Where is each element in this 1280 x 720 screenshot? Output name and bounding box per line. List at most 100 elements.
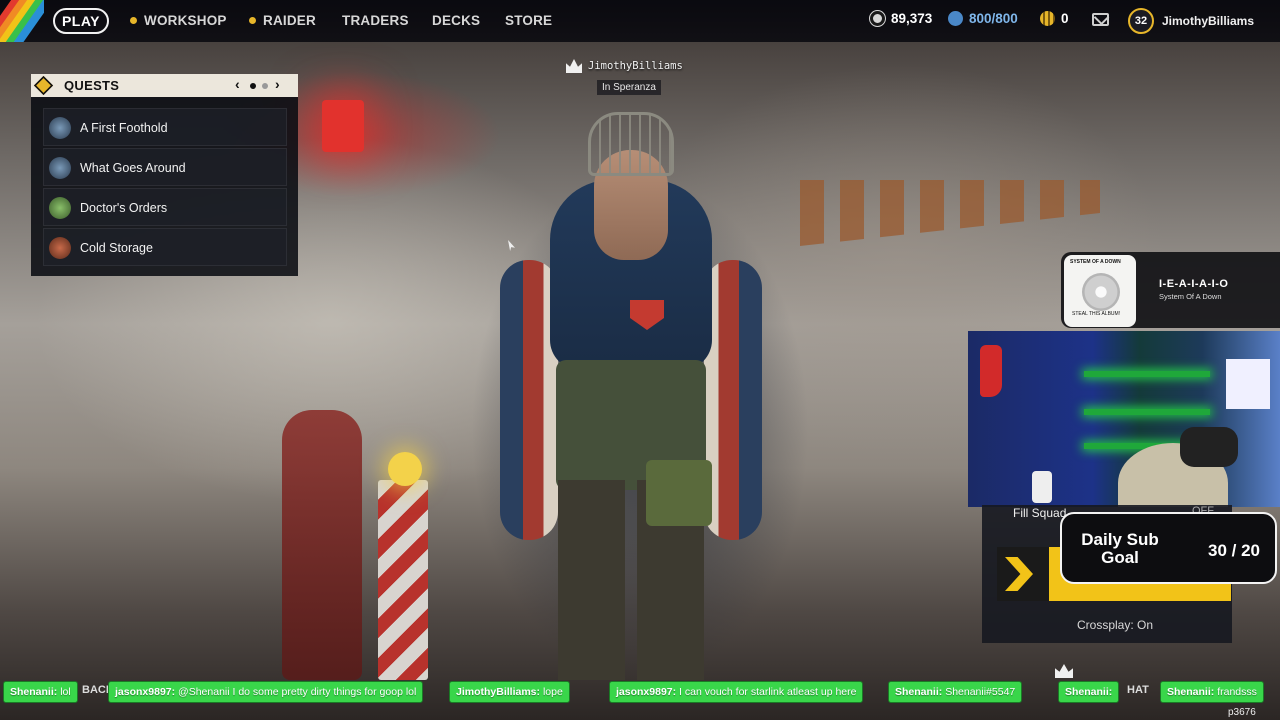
scene-background-character xyxy=(282,410,362,680)
tokens-counter[interactable]: 0 xyxy=(1040,11,1069,26)
quest-label: Doctor's Orders xyxy=(80,201,168,215)
nav-traders[interactable]: TRADERS xyxy=(342,13,409,28)
raider-token-icon xyxy=(948,11,963,26)
credits-icon xyxy=(1040,11,1055,26)
album-art-band: SYSTEM OF A DOWN xyxy=(1070,259,1121,265)
album-art: SYSTEM OF A DOWN STEAL THIS ALBUM! xyxy=(1064,255,1136,327)
quests-title: QUESTS xyxy=(64,78,120,93)
quest-diamond-icon xyxy=(33,75,54,96)
quest-item[interactable]: A First Foothold xyxy=(43,108,287,146)
quest-label: A First Foothold xyxy=(80,121,168,135)
nav-raider-label: RAIDER xyxy=(263,13,316,28)
scene-yellow-lamp xyxy=(388,452,422,486)
raider-points-value: 800/800 xyxy=(969,11,1018,26)
player-level-badge[interactable]: 32 xyxy=(1128,8,1154,34)
quest-item[interactable]: What Goes Around xyxy=(43,148,287,186)
top-nav-bar: PLAY WORKSHOP RAIDER TRADERS DECKS STORE… xyxy=(0,0,1280,42)
chat-message: jasonx9897: @Shenanii I do some pretty d… xyxy=(108,681,424,703)
scene-red-sign xyxy=(322,100,364,152)
chat-message: jasonx9897: I can vouch for starlink atl… xyxy=(609,681,864,703)
coins-value: 89,373 xyxy=(891,11,933,26)
character-head-cage xyxy=(588,112,674,176)
cd-disc-icon xyxy=(1082,273,1120,311)
nav-workshop[interactable]: WORKSHOP xyxy=(130,13,227,28)
player-location-tag: In Speranza xyxy=(597,80,661,95)
coin-icon xyxy=(870,11,885,26)
chat-ticker: Shenanii: lol jasonx9897: @Shenanii I do… xyxy=(0,679,1280,705)
sub-goal-count: 30 / 20 xyxy=(1208,541,1260,560)
nav-raider[interactable]: RAIDER xyxy=(249,13,316,28)
chat-user: jasonx9897: xyxy=(115,686,176,698)
scene-striped-post xyxy=(378,480,428,680)
page-dot-active xyxy=(250,83,256,89)
notification-dot-icon xyxy=(249,17,256,24)
mail-icon[interactable] xyxy=(1092,13,1109,26)
webcam-stocking xyxy=(980,345,1002,397)
crown-emote-icon xyxy=(1055,664,1073,678)
quest-item[interactable]: Doctor's Orders xyxy=(43,188,287,226)
crossplay-status[interactable]: Crossplay: On xyxy=(1077,618,1153,632)
chat-message: Shenanii: frandsss xyxy=(1160,681,1264,703)
quest-giver-avatar xyxy=(49,157,71,179)
profile-username[interactable]: JimothyBilliams xyxy=(1162,14,1254,28)
chat-user: jasonx9897: xyxy=(616,686,677,698)
chat-user: Shenanii: xyxy=(1065,686,1113,698)
quest-label: What Goes Around xyxy=(80,161,186,175)
brand-stripes-icon xyxy=(0,0,44,42)
track-title: I-E-A-I-A-I-O xyxy=(1159,278,1229,290)
chat-text: lol xyxy=(60,686,71,698)
quests-header: QUESTS ‹ › xyxy=(31,74,298,97)
play-chevron-box xyxy=(997,547,1049,601)
quest-giver-avatar xyxy=(49,117,71,139)
chat-text: @Shenanii I do some pretty dirty things … xyxy=(178,686,417,698)
fill-squad-label: Fill Squad xyxy=(1013,506,1067,520)
footer-code: p3676 xyxy=(1228,707,1256,718)
raider-points-counter[interactable]: 800/800 xyxy=(948,11,1018,26)
coins-counter[interactable]: 89,373 xyxy=(870,11,932,26)
chat-message: JimothyBilliams: lope xyxy=(449,681,570,703)
quests-next-button[interactable]: › xyxy=(275,76,280,92)
album-art-title: STEAL THIS ALBUM! xyxy=(1072,311,1121,317)
notification-dot-icon xyxy=(130,17,137,24)
chat-text: Shenanii#5547 xyxy=(945,686,1016,698)
nav-workshop-label: WORKSHOP xyxy=(144,13,227,28)
chat-user: JimothyBilliams: xyxy=(456,686,541,698)
webcam-phone xyxy=(1032,471,1052,503)
page-dot xyxy=(262,83,268,89)
sub-goal-title: Daily Sub Goal xyxy=(1081,530,1159,567)
chat-text: frandsss xyxy=(1217,686,1257,698)
chat-text: I can vouch for starlink atleast up here xyxy=(679,686,857,698)
chat-message: Shenanii: Shenanii#5547 xyxy=(888,681,1023,703)
quest-giver-avatar xyxy=(49,197,71,219)
chat-message: Shenanii: xyxy=(1058,681,1120,703)
quests-panel: QUESTS ‹ › A First Foothold What Goes Ar… xyxy=(31,74,298,276)
chat-user: Shenanii: xyxy=(10,686,58,698)
character-right-arm xyxy=(704,260,762,540)
quests-prev-button[interactable]: ‹ xyxy=(235,76,240,92)
scene-bunting-flags xyxy=(800,180,1100,246)
webcam-overlay xyxy=(968,331,1280,507)
chevron-right-icon xyxy=(1005,557,1033,591)
chat-message: Shenanii: lol xyxy=(3,681,78,703)
nav-play-button[interactable]: PLAY xyxy=(53,8,109,34)
webcam-shelf xyxy=(1084,371,1210,377)
chat-user: Shenanii: xyxy=(1167,686,1215,698)
chat-text: lope xyxy=(542,686,563,698)
track-artist: System Of A Down xyxy=(1159,292,1222,301)
nav-store[interactable]: STORE xyxy=(505,13,552,28)
tokens-value: 0 xyxy=(1061,11,1069,26)
quest-item[interactable]: Cold Storage xyxy=(43,228,287,266)
quest-giver-avatar xyxy=(49,237,71,259)
nav-decks[interactable]: DECKS xyxy=(432,13,480,28)
player-name-tag: JimothyBilliams xyxy=(588,60,683,72)
crown-icon xyxy=(566,59,582,73)
chat-user: Shenanii: xyxy=(895,686,943,698)
now-playing-widget: SYSTEM OF A DOWN STEAL THIS ALBUM! I-E-A… xyxy=(1061,252,1280,328)
webcam-microphone xyxy=(1180,427,1238,467)
character-pouch xyxy=(646,460,712,526)
webcam-poster xyxy=(1226,359,1270,409)
quest-label: Cold Storage xyxy=(80,241,153,255)
daily-sub-goal-widget: Daily Sub Goal 30 / 20 xyxy=(1060,512,1277,584)
raider-character xyxy=(486,110,776,680)
webcam-shelf xyxy=(1084,409,1210,415)
